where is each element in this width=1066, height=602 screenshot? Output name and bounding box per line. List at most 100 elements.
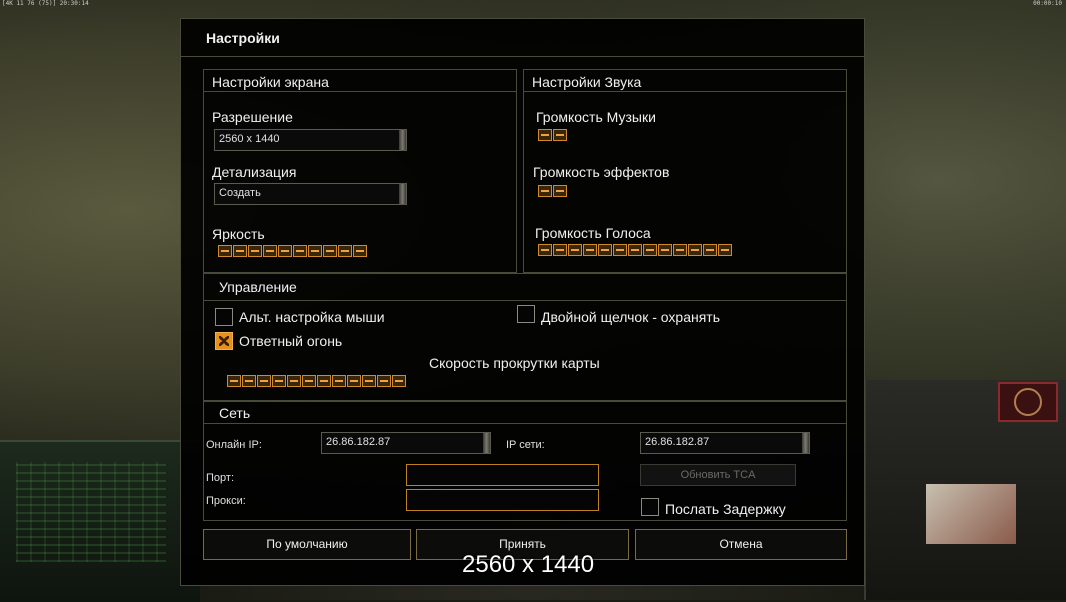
slider-segment — [553, 244, 567, 256]
detail-value: Создать — [219, 187, 261, 199]
port-input[interactable] — [406, 464, 599, 486]
dialog-title-bar: Настройки — [181, 19, 864, 57]
retaliation-label: Ответный огонь — [239, 333, 343, 349]
resolution-caption: 2560 x 1440 — [462, 551, 595, 578]
slider-segment — [377, 375, 391, 387]
double-click-label: Двойной щелчок - охранять — [541, 309, 721, 325]
network-title: Сеть — [219, 405, 251, 421]
slider-segment — [263, 245, 277, 257]
update-tca-button[interactable]: Обновить TCA — [640, 464, 796, 486]
sound-settings-header: Настройки Звука — [524, 70, 846, 92]
cancel-button[interactable]: Отмена — [635, 529, 847, 560]
control-header: Управление — [204, 274, 846, 301]
alt-mouse-checkbox[interactable] — [215, 308, 233, 326]
slider-segment — [583, 244, 597, 256]
slider-segment — [628, 244, 642, 256]
slider-segment — [718, 244, 732, 256]
retaliation-checkbox[interactable] — [215, 332, 233, 350]
status-clock: 00:00:10 — [1033, 0, 1062, 7]
music-volume-slider[interactable] — [538, 129, 567, 143]
screen-settings-panel: Настройки экрана Разрешение 2560 x 1440 … — [203, 69, 517, 273]
resolution-select[interactable]: 2560 x 1440 — [214, 129, 407, 151]
alt-mouse-label: Альт. настройка мыши — [239, 309, 385, 325]
slider-segment — [323, 245, 337, 257]
sound-settings-panel: Настройки Звука Громкость Музыки Громкос… — [523, 69, 847, 273]
detail-label: Детализация — [212, 164, 297, 180]
slider-segment — [287, 375, 301, 387]
voice-volume-label: Громкость Голоса — [535, 225, 651, 241]
slider-segment — [242, 375, 256, 387]
status-left: [4K 11 76 (75)] 20:30:14 — [2, 0, 89, 7]
port-label: Порт: — [206, 472, 234, 484]
slider-segment — [703, 244, 717, 256]
slider-segment — [278, 245, 292, 257]
online-ip-value: 26.86.182.87 — [326, 436, 391, 448]
slider-segment — [538, 185, 552, 197]
slider-segment — [598, 244, 612, 256]
slider-segment — [293, 245, 307, 257]
sound-settings-title: Настройки Звука — [532, 74, 642, 90]
slider-segment — [673, 244, 687, 256]
send-delay-label: Послать Задержку — [665, 501, 786, 517]
status-bar: [4K 11 76 (75)] 20:30:14 00:00:10 — [0, 0, 1066, 8]
slider-segment — [272, 375, 286, 387]
music-volume-label: Громкость Музыки — [536, 109, 656, 125]
slider-segment — [613, 244, 627, 256]
slider-segment — [218, 245, 232, 257]
effects-volume-label: Громкость эффектов — [533, 164, 670, 180]
online-ip-label: Онлайн IP: — [206, 439, 262, 451]
network-panel: Сеть Онлайн IP: 26.86.182.87 IP сети: 26… — [203, 401, 847, 521]
slider-segment — [392, 375, 406, 387]
radar-icon — [998, 382, 1058, 422]
voice-volume-slider[interactable] — [538, 244, 732, 258]
effects-volume-slider[interactable] — [538, 185, 567, 199]
dialog-title: Настройки — [206, 30, 280, 46]
slider-segment — [257, 375, 271, 387]
lan-ip-value: 26.86.182.87 — [645, 436, 710, 448]
lan-ip-label: IP сети: — [506, 439, 545, 451]
slider-segment — [233, 245, 247, 257]
slider-segment — [568, 244, 582, 256]
network-header: Сеть — [204, 402, 846, 424]
proxy-input[interactable] — [406, 489, 599, 511]
resolution-value: 2560 x 1440 — [219, 133, 280, 145]
slider-segment — [308, 245, 322, 257]
slider-segment — [338, 245, 352, 257]
slider-segment — [643, 244, 657, 256]
lan-ip-select[interactable]: 26.86.182.87 — [640, 432, 810, 454]
resolution-label: Разрешение — [212, 109, 293, 125]
online-ip-select[interactable]: 26.86.182.87 — [321, 432, 491, 454]
slider-segment — [227, 375, 241, 387]
slider-segment — [248, 245, 262, 257]
base-building-icon — [926, 484, 1016, 544]
scroll-handle-icon[interactable] — [399, 184, 406, 204]
hud-grid — [16, 462, 166, 562]
control-title: Управление — [219, 279, 297, 295]
slider-segment — [688, 244, 702, 256]
brightness-label: Яркость — [212, 226, 265, 242]
scroll-handle-icon[interactable] — [802, 433, 809, 453]
send-delay-checkbox[interactable] — [641, 498, 659, 516]
slider-segment — [553, 129, 567, 141]
scroll-speed-label: Скорость прокрутки карты — [429, 355, 600, 371]
control-panel: Управление Альт. настройка мыши Двойной … — [203, 273, 847, 401]
slider-segment — [353, 245, 367, 257]
slider-segment — [538, 129, 552, 141]
settings-dialog: Настройки Настройки экрана Разрешение 25… — [180, 18, 865, 586]
slider-segment — [302, 375, 316, 387]
default-button[interactable]: По умолчанию — [203, 529, 411, 560]
scroll-handle-icon[interactable] — [399, 130, 406, 150]
scroll-speed-slider[interactable] — [227, 375, 406, 389]
scroll-handle-icon[interactable] — [483, 433, 490, 453]
slider-segment — [332, 375, 346, 387]
slider-segment — [658, 244, 672, 256]
detail-select[interactable]: Создать — [214, 183, 407, 205]
slider-segment — [347, 375, 361, 387]
hud-radar-panel — [864, 380, 1066, 600]
proxy-label: Прокси: — [206, 495, 246, 507]
brightness-slider[interactable] — [218, 245, 367, 259]
screen-settings-header: Настройки экрана — [204, 70, 516, 92]
double-click-checkbox[interactable] — [517, 305, 535, 323]
hud-command-panel — [0, 440, 200, 602]
slider-segment — [538, 244, 552, 256]
